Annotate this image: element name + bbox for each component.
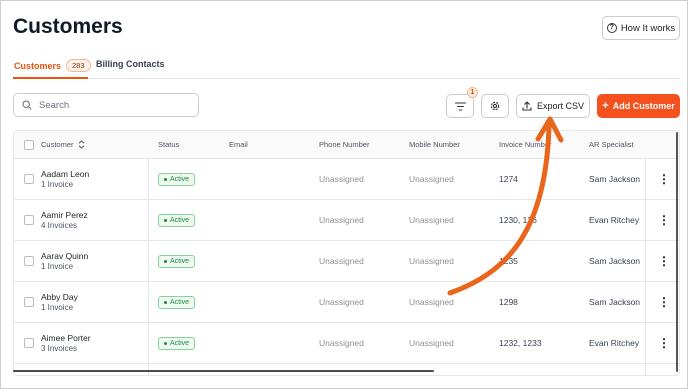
tabs: Customers 283 Billing Contacts xyxy=(13,57,680,79)
phone-cell: Unassigned xyxy=(319,256,364,266)
mobile-cell: Unassigned xyxy=(409,297,454,307)
column-header-phone: Phone Number xyxy=(319,140,370,149)
invoice-count: 1 Invoice xyxy=(41,262,74,271)
status-dot-icon xyxy=(164,259,167,263)
table-row[interactable]: Aadam Leon 1 Invoice Active Unassigned U… xyxy=(14,159,679,200)
question-circle-icon: ? xyxy=(606,23,617,33)
phone-cell: Unassigned xyxy=(319,215,364,225)
search-box[interactable] xyxy=(13,93,199,117)
invoice-count: 4 Invoices xyxy=(41,221,78,230)
row-checkbox[interactable] xyxy=(24,215,34,225)
app-frame: Customers ? How It works Customers 283 Bi… xyxy=(0,0,688,389)
kebab-menu-icon[interactable]: ⋮ xyxy=(658,159,670,199)
customer-name[interactable]: Aimee Porter xyxy=(41,333,91,343)
plus-icon: + xyxy=(602,100,609,112)
tab-customers[interactable]: Customers 283 xyxy=(14,59,91,72)
status-badge: Active xyxy=(158,213,196,227)
active-tab-underline xyxy=(13,77,88,79)
row-checkbox[interactable] xyxy=(24,297,34,307)
customer-name[interactable]: Aadam Leon xyxy=(41,169,89,179)
select-all-checkbox[interactable] xyxy=(24,139,34,150)
phone-cell: Unassigned xyxy=(319,174,364,184)
filter-lines-icon xyxy=(454,101,466,111)
row-checkbox[interactable] xyxy=(24,256,34,266)
filter-count-badge: 1 xyxy=(467,87,478,98)
vertical-scrollbar[interactable] xyxy=(676,132,678,372)
column-header-mobile: Mobile Number xyxy=(409,140,460,149)
kebab-menu-icon[interactable]: ⋮ xyxy=(658,200,670,240)
mobile-cell: Unassigned xyxy=(409,256,454,266)
customers-table: Customer Status Email Phone Number Mobil… xyxy=(13,130,680,376)
invoice-number-cell: 1274 xyxy=(499,174,518,184)
status-badge: Active xyxy=(158,254,196,268)
page-title: Customers xyxy=(13,15,123,38)
kebab-menu-icon[interactable]: ⋮ xyxy=(658,323,670,363)
invoice-count: 1 Invoice xyxy=(41,180,74,189)
add-customer-button[interactable]: + Add Customer xyxy=(597,94,680,118)
filter-button[interactable]: 1 xyxy=(446,87,478,118)
settings-button[interactable] xyxy=(481,94,509,118)
column-header-email: Email xyxy=(229,140,248,149)
ar-specialist-cell: Sam Jackson xyxy=(589,256,641,266)
table-row[interactable]: Aarav Quinn 1 Invoice Active Unassigned … xyxy=(14,241,679,282)
column-header-customer[interactable]: Customer xyxy=(41,131,85,158)
invoice-count: 1 Invoice xyxy=(41,303,74,312)
column-header-invoice-number: Invoice Number xyxy=(499,140,552,149)
customer-name[interactable]: Aamir Perez xyxy=(41,210,88,220)
invoice-number-cell: 1232, 1233 xyxy=(499,338,542,348)
status-dot-icon xyxy=(164,341,167,345)
export-csv-button[interactable]: Export CSV xyxy=(516,94,590,118)
search-input[interactable] xyxy=(39,99,179,111)
ar-specialist-cell: Evan Ritchey xyxy=(589,338,640,348)
column-header-status: Status xyxy=(158,140,180,149)
status-badge: Active xyxy=(158,172,196,186)
ar-specialist-cell: Sam Jackson xyxy=(589,174,641,184)
table-row[interactable]: Aimee Porter 3 Invoices Active Unassigne… xyxy=(14,323,679,364)
invoice-number-cell: 1298 xyxy=(499,297,518,307)
how-it-works-button[interactable]: ? How It works xyxy=(602,16,680,40)
ar-specialist-cell: Evan Ritchey xyxy=(589,215,640,225)
status-badge: Active xyxy=(158,295,196,309)
add-customer-label: Add Customer xyxy=(612,101,675,111)
table-header-row: Customer Status Email Phone Number Mobil… xyxy=(14,131,679,159)
upload-icon xyxy=(522,101,532,111)
how-it-works-label: How It works xyxy=(620,22,676,34)
row-checkbox[interactable] xyxy=(24,338,34,348)
table-row[interactable]: Aamir Perez 4 Invoices Active Unassigned… xyxy=(14,200,679,241)
ar-specialist-cell: Sam Jackson xyxy=(589,297,641,307)
horizontal-scrollbar[interactable] xyxy=(13,370,434,372)
phone-cell: Unassigned xyxy=(319,338,364,348)
invoice-number-cell: 1235 xyxy=(499,256,518,266)
kebab-menu-icon[interactable]: ⋮ xyxy=(658,241,670,281)
tab-customers-label: Customers xyxy=(14,61,62,71)
export-csv-label: Export CSV xyxy=(536,101,585,111)
customer-name[interactable]: Aarav Quinn xyxy=(41,251,88,261)
customer-name[interactable]: Abby Day xyxy=(41,292,78,302)
mobile-cell: Unassigned xyxy=(409,174,454,184)
sort-icon xyxy=(78,140,84,149)
invoice-number-cell: 1230, 126 xyxy=(499,215,537,225)
row-checkbox[interactable] xyxy=(24,174,34,184)
mobile-cell: Unassigned xyxy=(409,215,454,225)
phone-cell: Unassigned xyxy=(319,297,364,307)
status-dot-icon xyxy=(164,300,167,304)
status-badge: Active xyxy=(158,336,196,350)
table-row[interactable]: Abby Day 1 Invoice Active Unassigned Una… xyxy=(14,282,679,323)
status-dot-icon xyxy=(164,177,167,181)
status-dot-icon xyxy=(164,218,167,222)
mobile-cell: Unassigned xyxy=(409,338,454,348)
tab-customers-count: 283 xyxy=(66,59,91,72)
tab-billing-contacts[interactable]: Billing Contacts xyxy=(96,59,165,69)
search-icon xyxy=(22,100,32,110)
kebab-menu-icon[interactable]: ⋮ xyxy=(658,282,670,322)
gear-icon xyxy=(490,101,500,111)
invoice-count: 3 Invoices xyxy=(41,344,78,353)
column-header-ar-specialist: AR Specialist xyxy=(589,140,634,149)
